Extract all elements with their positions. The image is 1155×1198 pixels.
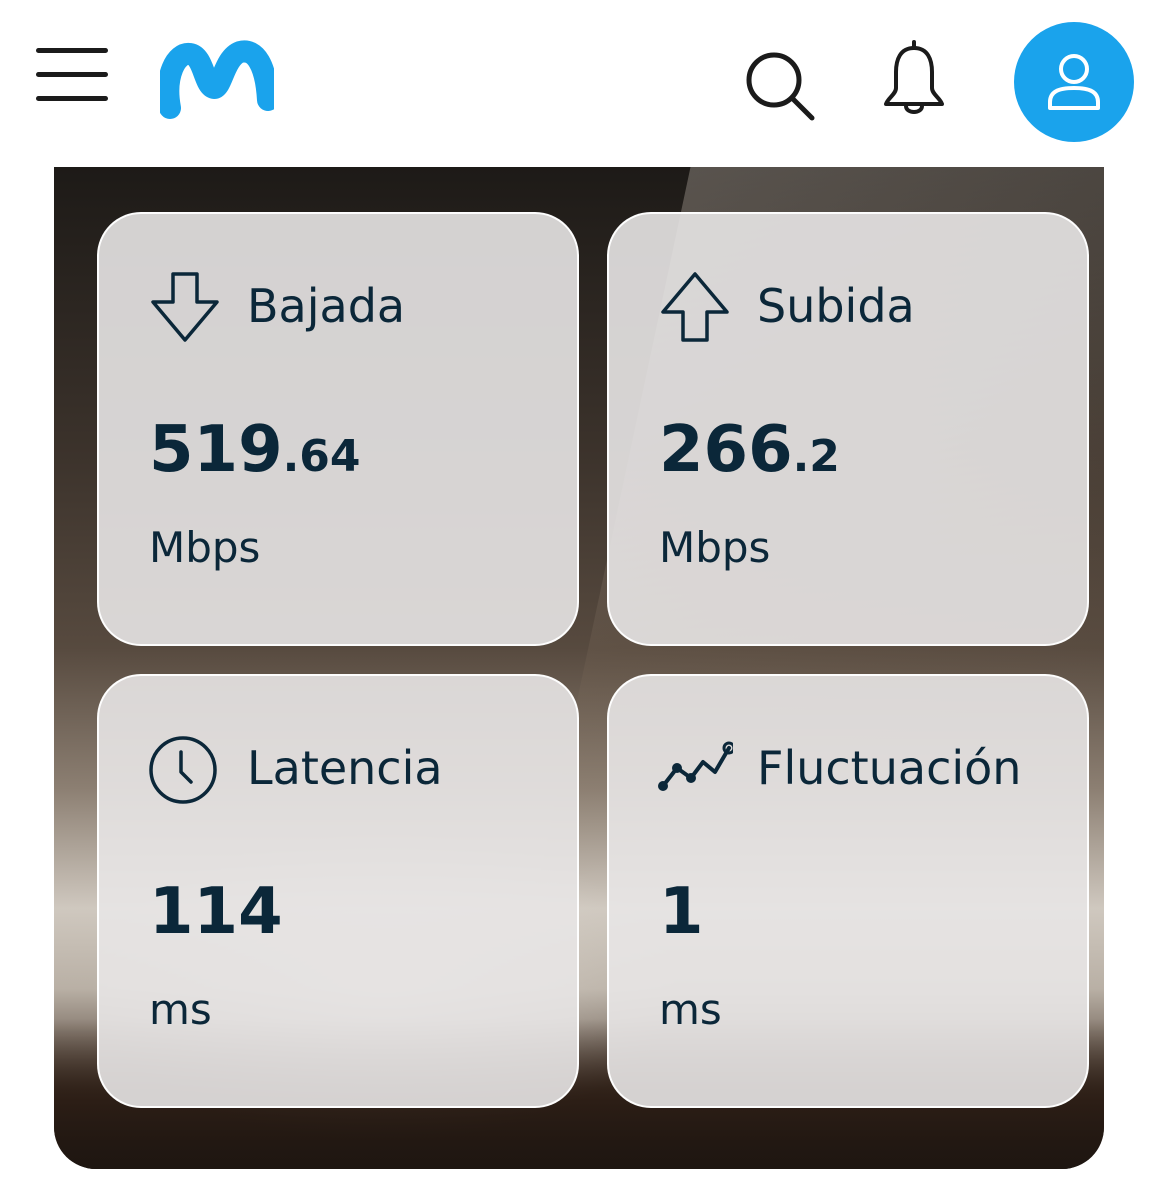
upload-unit: Mbps [659,523,771,572]
search-icon [746,52,815,121]
upload-label: Subida [757,279,915,333]
profile-button[interactable] [1014,22,1134,142]
line-chart-icon [658,741,733,791]
jitter-unit: ms [659,985,722,1034]
jitter-card: Fluctuación 1 ms [607,674,1089,1108]
download-label: Bajada [247,279,406,333]
jitter-value: 1 [659,875,704,949]
upload-value: 266.2 [659,413,840,487]
download-value: 519.64 [149,413,361,487]
hamburger-menu-icon [36,48,108,53]
download-unit: Mbps [149,523,261,572]
user-icon [1048,54,1100,110]
upload-arrow-icon [661,272,729,342]
latency-label: Latencia [247,741,443,795]
movistar-logo-icon [157,40,279,119]
latency-value: 114 [149,875,283,949]
latency-card: Latencia 114 ms [97,674,579,1108]
upload-card: Subida 266.2 Mbps [607,212,1089,646]
download-card: Bajada 519.64 Mbps [97,212,579,646]
menu-button[interactable] [36,48,108,106]
movistar-logo[interactable] [157,36,279,120]
latency-unit: ms [149,985,212,1034]
download-arrow-icon [151,272,219,342]
jitter-label: Fluctuación [757,741,1022,795]
notifications-button[interactable] [880,40,948,118]
bell-icon [884,40,944,114]
clock-icon [149,736,217,804]
search-button[interactable] [744,50,816,122]
